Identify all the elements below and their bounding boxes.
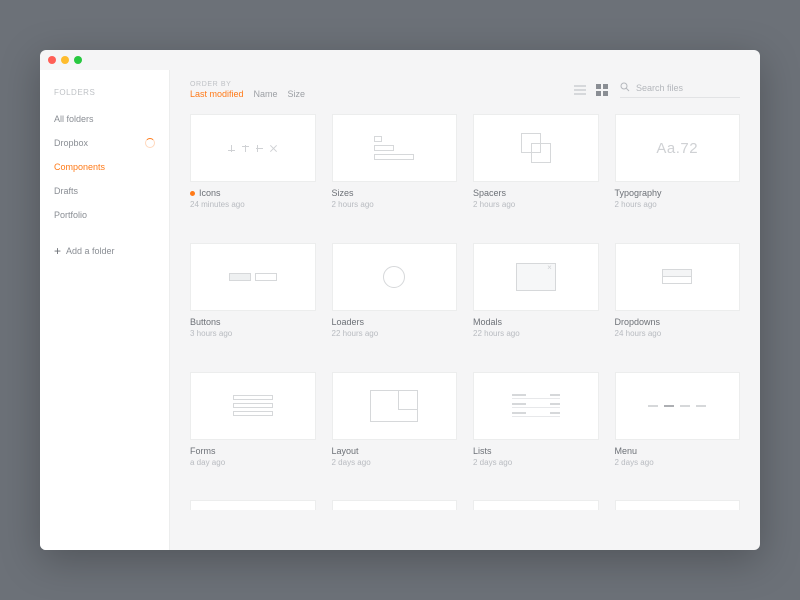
file-thumbnail (190, 243, 316, 311)
file-modified: a day ago (190, 458, 316, 467)
orderby-block: ORDER BY Last modified Name Size (190, 81, 305, 99)
app-window: FOLDERS All folders Dropbox Components Draf… (40, 50, 760, 550)
loading-spinner-icon (145, 138, 155, 148)
file-modified: 2 days ago (332, 458, 458, 467)
file-thumbnail (473, 500, 599, 510)
file-name: Layout (332, 446, 458, 456)
file-card[interactable]: Spacers 2 hours ago (473, 114, 599, 229)
plus-icon: + (54, 245, 61, 257)
file-card[interactable] (473, 500, 599, 530)
search-field[interactable] (620, 82, 740, 98)
topbar: ORDER BY Last modified Name Size (170, 70, 760, 110)
file-card[interactable]: Sizes 2 hours ago (332, 114, 458, 229)
search-input[interactable] (636, 83, 740, 93)
file-name: Sizes (332, 188, 458, 198)
window-body: FOLDERS All folders Dropbox Components Draf… (40, 70, 760, 550)
file-thumbnail (615, 500, 741, 510)
file-name: Modals (473, 317, 599, 327)
file-modified: 22 hours ago (332, 329, 458, 338)
file-card[interactable] (332, 500, 458, 530)
file-card[interactable] (615, 500, 741, 530)
traffic-light-zoom-icon[interactable] (74, 56, 82, 64)
sidebar-item-label: Dropbox (54, 138, 88, 148)
sidebar-item-label: Portfolio (54, 210, 87, 220)
file-name: Icons (190, 188, 316, 198)
add-folder-button[interactable]: + Add a folder (54, 245, 155, 257)
orderby-label: ORDER BY (190, 81, 305, 88)
sort-option-size[interactable]: Size (288, 89, 306, 99)
file-thumbnail (332, 500, 458, 510)
file-modified: 2 days ago (615, 458, 741, 467)
file-card[interactable]: Aa.72 Typography 2 hours ago (615, 114, 741, 229)
file-thumbnail (473, 243, 599, 311)
file-modified: 24 minutes ago (190, 200, 316, 209)
file-name: Loaders (332, 317, 458, 327)
file-card[interactable]: Loaders 22 hours ago (332, 243, 458, 358)
file-name: Forms (190, 446, 316, 456)
file-card[interactable]: Modals 22 hours ago (473, 243, 599, 358)
traffic-light-minimize-icon[interactable] (61, 56, 69, 64)
file-grid: Icons24 minutes agoSizes2 hours agoSpace… (170, 110, 760, 550)
traffic-light-close-icon[interactable] (48, 56, 56, 64)
file-card[interactable]: Buttons 3 hours ago (190, 243, 316, 358)
file-thumbnail: Aa.72 (615, 114, 741, 182)
file-thumbnail (190, 114, 316, 182)
main-panel: ORDER BY Last modified Name Size (170, 70, 760, 550)
file-thumbnail (473, 114, 599, 182)
file-modified: 24 hours ago (615, 329, 741, 338)
file-modified: 2 hours ago (332, 200, 458, 209)
file-name: Spacers (473, 188, 599, 198)
file-modified: 2 hours ago (615, 200, 741, 209)
search-icon (620, 82, 630, 94)
window-titlebar (40, 50, 760, 70)
file-card[interactable]: Lists 2 days ago (473, 372, 599, 487)
file-modified: 3 hours ago (190, 329, 316, 338)
file-name: Buttons (190, 317, 316, 327)
list-view-icon[interactable] (574, 85, 586, 95)
sort-option-name[interactable]: Name (254, 89, 278, 99)
file-card[interactable]: Icons 24 minutes ago (190, 114, 316, 229)
file-name: Lists (473, 446, 599, 456)
file-modified: 2 days ago (473, 458, 599, 467)
file-card[interactable]: Dropdowns 24 hours ago (615, 243, 741, 358)
sidebar-item-components[interactable]: Components (54, 155, 155, 179)
file-thumbnail (615, 372, 741, 440)
add-folder-label: Add a folder (66, 246, 115, 256)
sort-option-last-modified[interactable]: Last modified (190, 89, 244, 99)
topbar-right (574, 82, 740, 98)
file-card[interactable]: Layout 2 days ago (332, 372, 458, 487)
file-thumbnail (190, 372, 316, 440)
sidebar-item-label: Components (54, 162, 105, 172)
file-thumbnail (332, 372, 458, 440)
file-modified: 22 hours ago (473, 329, 599, 338)
file-card[interactable] (190, 500, 316, 530)
file-name: Menu (615, 446, 741, 456)
file-thumbnail (332, 243, 458, 311)
sidebar-item-portfolio[interactable]: Portfolio (54, 203, 155, 227)
sidebar-item-dropbox[interactable]: Dropbox (54, 131, 155, 155)
status-dot-icon (190, 191, 195, 196)
view-toggle (574, 84, 608, 96)
file-thumbnail (190, 500, 316, 510)
file-thumbnail (615, 243, 741, 311)
file-card[interactable]: Menu 2 days ago (615, 372, 741, 487)
file-card[interactable]: Forms a day ago (190, 372, 316, 487)
sidebar-heading: FOLDERS (54, 88, 155, 97)
file-modified: 2 hours ago (473, 200, 599, 209)
file-thumbnail (473, 372, 599, 440)
sidebar-item-all-folders[interactable]: All folders (54, 107, 155, 131)
sidebar-item-label: Drafts (54, 186, 78, 196)
file-name: Typography (615, 188, 741, 198)
file-thumbnail (332, 114, 458, 182)
sidebar-item-label: All folders (54, 114, 94, 124)
file-name: Dropdowns (615, 317, 741, 327)
sidebar-item-drafts[interactable]: Drafts (54, 179, 155, 203)
sidebar: FOLDERS All folders Dropbox Components Draf… (40, 70, 170, 550)
grid-view-icon[interactable] (596, 84, 608, 96)
